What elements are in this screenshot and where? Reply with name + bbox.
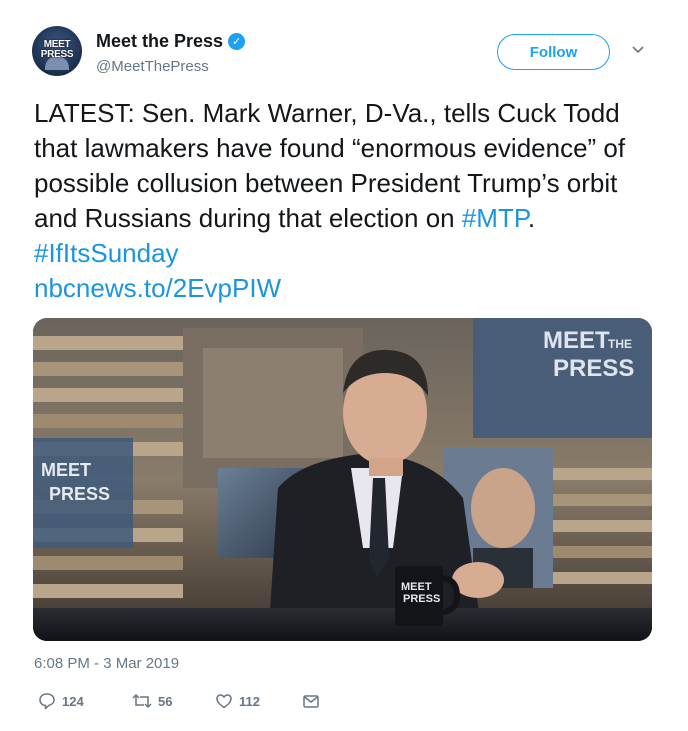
- tweet-link[interactable]: nbcnews.to/2EvpPIW: [34, 273, 281, 303]
- tweet-body: LATEST: Sen. Mark Warner, D-Va., tells C…: [34, 98, 626, 233]
- reply-count: 124: [62, 693, 84, 709]
- avatar[interactable]: MEET PRESS: [32, 26, 82, 76]
- retweet-icon: [132, 693, 152, 709]
- heart-icon: [216, 694, 232, 709]
- tweet-text: LATEST: Sen. Mark Warner, D-Va., tells C…: [34, 96, 654, 306]
- reply-icon: [39, 693, 55, 710]
- account-handle[interactable]: @MeetThePress: [96, 58, 209, 75]
- anchor-desk: [33, 608, 652, 641]
- verified-badge-icon: ✓: [228, 33, 246, 50]
- reply-button[interactable]: 124: [38, 692, 84, 710]
- like-button[interactable]: 112: [215, 692, 260, 710]
- logo-topright-line3: PRESS: [553, 355, 634, 382]
- tweet-image-scene: MEET THE PRESS MEET PRESS MEET PRESS: [33, 318, 652, 641]
- display-name[interactable]: Meet the Press: [96, 31, 223, 52]
- envelope-icon: [303, 695, 319, 708]
- avatar-logo-text: MEET PRESS: [32, 40, 82, 60]
- logo-topright-line1: MEET: [543, 327, 610, 354]
- retweet-count: 56: [158, 693, 173, 709]
- tweet-image[interactable]: MEET THE PRESS MEET PRESS MEET PRESS: [33, 318, 652, 641]
- retweet-button[interactable]: 56: [132, 692, 172, 710]
- tweet-timestamp[interactable]: 6:08 PM - 3 Mar 2019: [34, 655, 179, 672]
- direct-message-button[interactable]: [302, 692, 320, 710]
- logo-left-line2: PRESS: [49, 484, 110, 504]
- hashtag-mtp[interactable]: #MTP: [462, 203, 528, 233]
- account-name-row[interactable]: Meet the Press ✓: [96, 31, 246, 52]
- logo-mug-line1: MEET: [401, 581, 432, 593]
- follow-button[interactable]: Follow: [497, 34, 610, 70]
- logo-left-line1: MEET: [41, 460, 91, 480]
- hashtag-separator: .: [527, 203, 536, 233]
- like-count: 112: [239, 693, 260, 709]
- logo-mug-line2: PRESS: [403, 593, 440, 605]
- hashtag-ifitssunday[interactable]: #IfItsSunday: [34, 238, 179, 268]
- avatar-logo-line2: PRESS: [40, 49, 74, 60]
- chevron-down-icon[interactable]: [631, 44, 645, 56]
- logo-topright-line2: THE: [608, 337, 632, 351]
